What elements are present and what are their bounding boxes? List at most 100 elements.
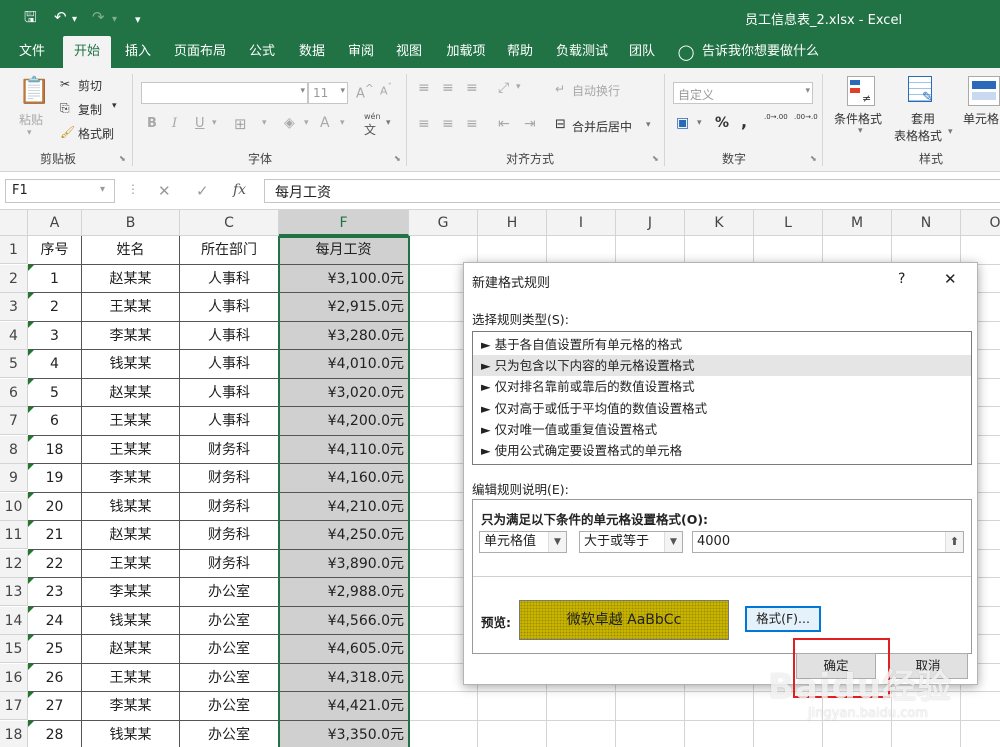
rule-type-item-selected[interactable]: ► 只为包含以下内容的单元格设置格式 (473, 355, 971, 376)
table-cell[interactable]: 28 (28, 720, 82, 747)
fill-color-icon[interactable]: ◈ (284, 115, 295, 131)
table-cell[interactable]: 办公室 (180, 720, 279, 747)
font-launcher-icon[interactable]: ⬊ (394, 154, 401, 163)
table-cell[interactable]: 22 (28, 549, 82, 578)
merge-center-button[interactable]: 合并后居中 (572, 118, 632, 135)
formula-input[interactable]: 每月工资 (264, 179, 1000, 203)
table-cell[interactable]: 办公室 (180, 606, 279, 635)
tab-formulas[interactable]: 公式 (240, 36, 284, 68)
column-header-F[interactable]: F (279, 210, 409, 236)
table-cell[interactable]: ¥4,110.0元 (279, 435, 409, 464)
table-cell[interactable]: 20 (28, 492, 82, 521)
cell[interactable] (478, 720, 547, 747)
table-cell[interactable]: 4 (28, 350, 82, 379)
column-header-O[interactable]: O (961, 210, 1000, 236)
alignment-launcher-icon[interactable]: ⬊ (652, 154, 659, 163)
cell[interactable] (754, 720, 823, 747)
header-cell[interactable]: 序号 (28, 236, 82, 265)
tab-load-test[interactable]: 负载测试 (548, 36, 616, 68)
undo-dropdown-icon[interactable]: ▾ (72, 11, 77, 29)
underline-button[interactable]: U (195, 116, 205, 131)
row-header[interactable]: 4 (0, 321, 28, 350)
table-cell[interactable]: 李某某 (82, 321, 180, 350)
row-header[interactable]: 2 (0, 264, 28, 293)
column-header-A[interactable]: A (28, 210, 82, 236)
row-header[interactable]: 5 (0, 350, 28, 378)
orientation-dropdown-icon[interactable]: ▾ (516, 82, 521, 92)
table-cell[interactable]: 24 (28, 606, 82, 635)
cell[interactable] (685, 692, 754, 721)
cell[interactable] (685, 720, 754, 747)
table-cell[interactable]: 27 (28, 692, 82, 721)
table-cell[interactable]: 王某某 (82, 293, 180, 322)
table-cell[interactable]: ¥3,890.0元 (279, 549, 409, 578)
tab-insert[interactable]: 插入 (116, 36, 160, 68)
cell[interactable] (892, 720, 961, 747)
cell[interactable] (685, 236, 754, 265)
number-format-combo[interactable]: 自定义 ▾ (673, 82, 813, 104)
align-left-icon[interactable]: ≡ (418, 116, 430, 132)
table-cell[interactable]: 王某某 (82, 663, 180, 692)
tab-page-layout[interactable]: 页面布局 (165, 36, 235, 68)
row-header[interactable]: 16 (0, 663, 28, 692)
border-dropdown-icon[interactable]: ▾ (262, 118, 267, 128)
cell[interactable] (961, 721, 1000, 747)
tab-data[interactable]: 数据 (290, 36, 334, 68)
row-header[interactable]: 15 (0, 635, 28, 663)
table-cell[interactable]: ¥2,915.0元 (279, 293, 409, 322)
rule-type-list[interactable]: ► 基于各自值设置所有单元格的格式 ► 只为包含以下内容的单元格设置格式 ► 仅… (472, 331, 972, 465)
table-cell[interactable]: 6 (28, 407, 82, 436)
table-cell[interactable]: 人事科 (180, 293, 279, 322)
row-header[interactable]: 13 (0, 578, 28, 606)
border-icon[interactable]: ⊞ (234, 115, 247, 133)
redo-dropdown-icon[interactable]: ▾ (112, 11, 117, 29)
table-cell[interactable]: 赵某某 (82, 521, 180, 550)
increase-decimal-button[interactable]: .0→.00 (764, 113, 788, 122)
table-cell[interactable]: ¥4,605.0元 (279, 635, 409, 664)
tab-team[interactable]: 团队 (620, 36, 664, 68)
cell[interactable] (409, 720, 478, 747)
table-cell[interactable]: 办公室 (180, 692, 279, 721)
tab-home[interactable]: 开始 (63, 36, 111, 68)
table-cell[interactable]: 李某某 (82, 578, 180, 607)
table-cell[interactable]: ¥4,200.0元 (279, 407, 409, 436)
cell[interactable] (961, 692, 1000, 721)
table-cell[interactable]: ¥3,350.0元 (279, 720, 409, 747)
cell[interactable] (823, 720, 892, 747)
italic-button[interactable]: I (172, 116, 177, 131)
font-name-combo[interactable]: ▾ (141, 82, 308, 104)
align-middle-icon[interactable]: ≡ (442, 80, 454, 96)
cell[interactable] (409, 692, 478, 721)
tab-view[interactable]: 视图 (387, 36, 431, 68)
row-header[interactable]: 11 (0, 521, 28, 549)
confirm-entry-icon[interactable]: ✓ (196, 182, 209, 200)
operator-dropdown[interactable]: 大于或等于 ▼ (579, 531, 683, 553)
cell[interactable] (754, 236, 823, 265)
copy-dropdown-icon[interactable]: ▾ (112, 101, 117, 111)
cell[interactable] (961, 236, 1000, 265)
row-header[interactable]: 9 (0, 464, 28, 492)
column-header-C[interactable]: C (180, 210, 279, 236)
table-cell[interactable]: ¥4,421.0元 (279, 692, 409, 721)
redo-icon[interactable]: ↷ (92, 8, 105, 26)
cell[interactable] (616, 236, 685, 265)
format-as-table-line1[interactable]: 套用 (911, 110, 935, 127)
font-color-icon[interactable]: A (320, 115, 330, 131)
table-cell[interactable]: ¥3,020.0元 (279, 378, 409, 407)
rule-type-item[interactable]: ► 使用公式确定要设置格式的单元格 (473, 440, 971, 461)
column-header-B[interactable]: B (82, 210, 180, 236)
cell[interactable] (478, 236, 547, 265)
align-top-icon[interactable]: ≡ (418, 80, 430, 96)
name-box-dropdown-icon[interactable]: ▾ (100, 184, 105, 195)
table-cell[interactable]: 办公室 (180, 663, 279, 692)
save-icon[interactable]: 🖫 (24, 8, 37, 26)
table-cell[interactable]: 1 (28, 264, 82, 293)
table-cell[interactable]: 21 (28, 521, 82, 550)
font-size-combo[interactable]: 11 ▾ (308, 82, 348, 104)
table-cell[interactable]: 王某某 (82, 435, 180, 464)
cancel-entry-icon[interactable]: ✕ (158, 182, 171, 200)
tab-file[interactable]: 文件 (8, 36, 56, 68)
paste-icon[interactable]: 📋 (18, 76, 50, 106)
phonetic-guide-icon[interactable]: 文 (364, 121, 376, 138)
comma-style-button[interactable]: , (741, 112, 747, 131)
